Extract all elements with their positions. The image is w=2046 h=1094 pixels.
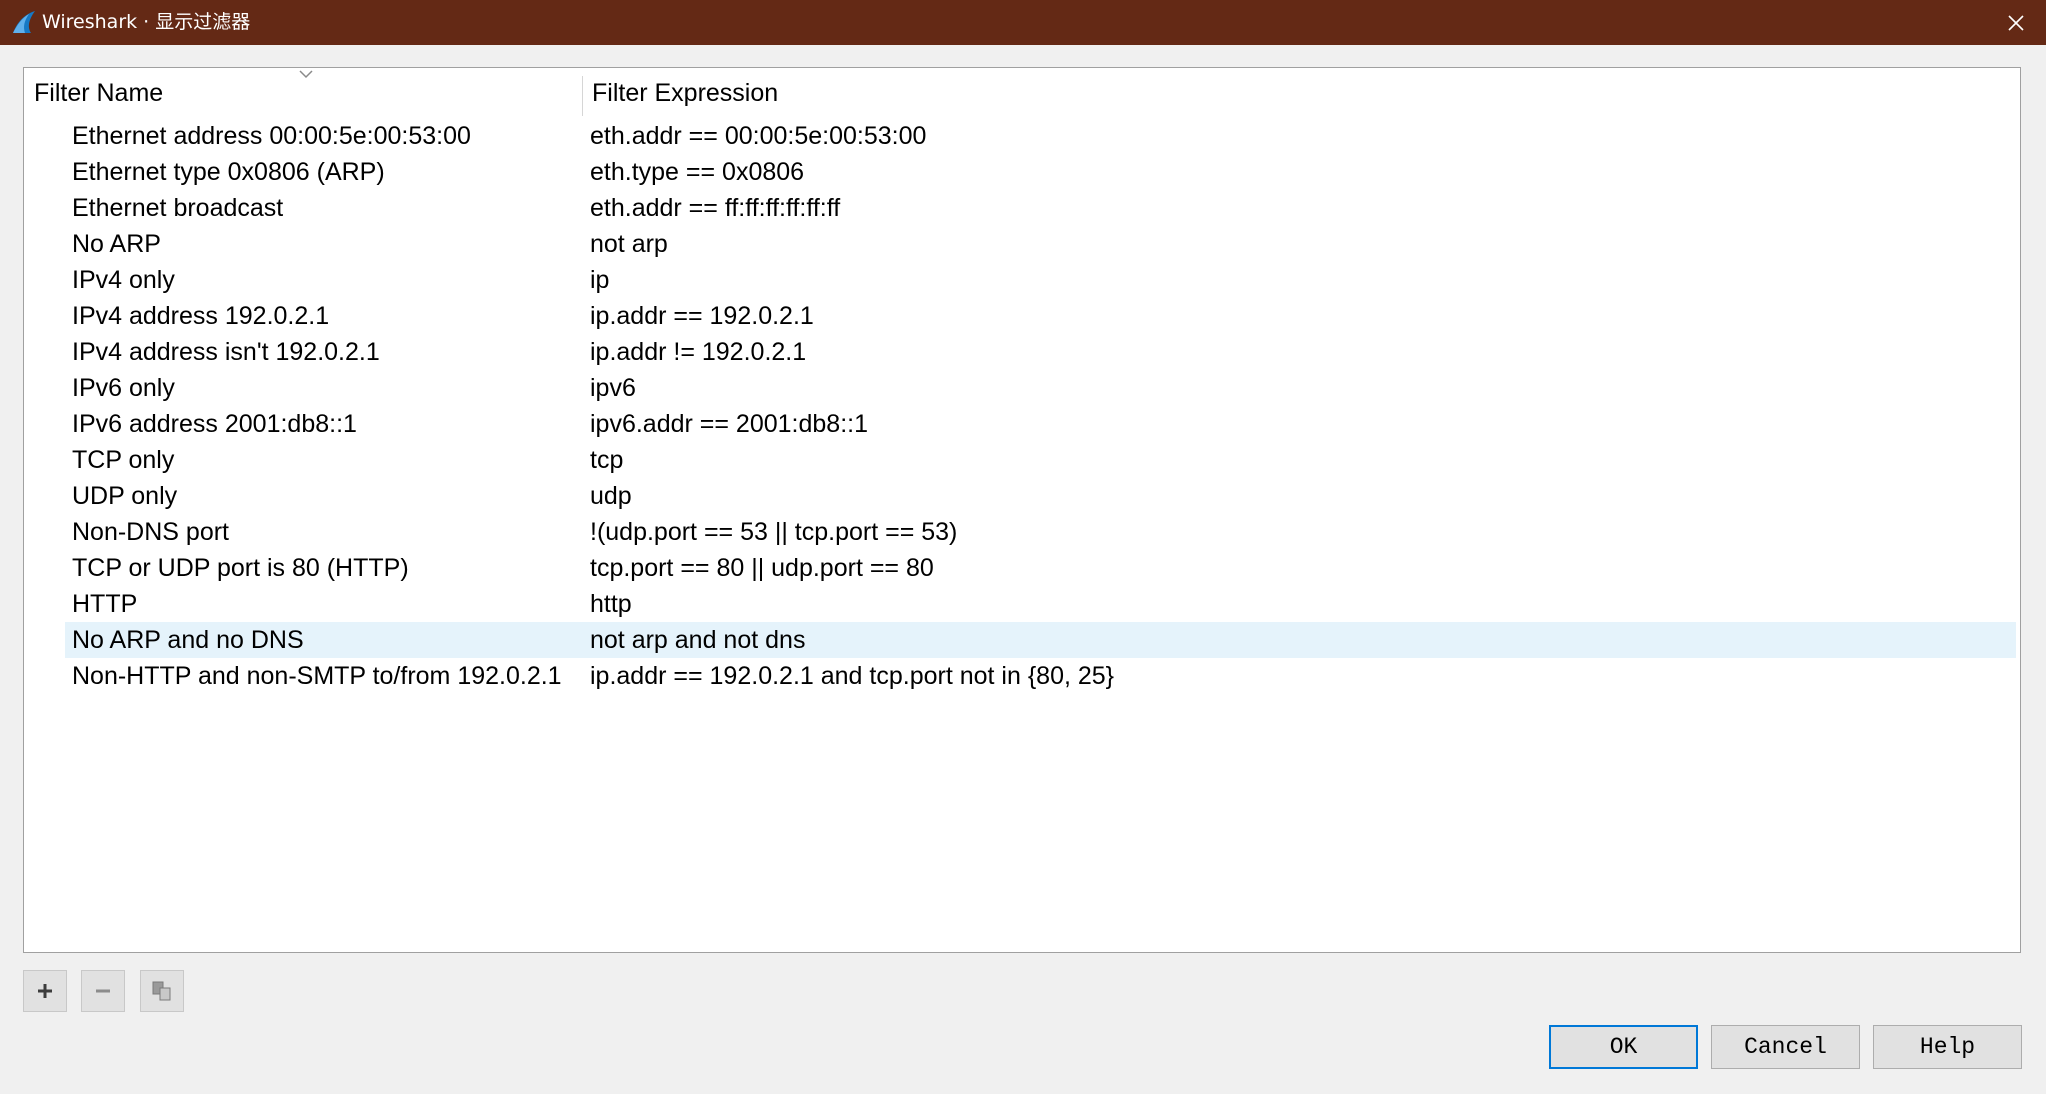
table-row[interactable]: Ethernet address 00:00:5e:00:53:00 eth.ad… — [24, 118, 2020, 154]
filter-expression-cell[interactable]: ip.addr != 192.0.2.1 — [590, 334, 806, 370]
table-row[interactable]: TCP only tcp — [24, 442, 2020, 478]
table-row[interactable]: IPv6 only ipv6 — [24, 370, 2020, 406]
table-header: Filter Name Filter Expression — [24, 68, 2020, 118]
filter-expression-cell[interactable]: tcp.port == 80 || udp.port == 80 — [590, 550, 934, 586]
table-row[interactable]: UDP only udp — [24, 478, 2020, 514]
filter-expression-cell[interactable]: tcp — [590, 442, 623, 478]
filter-name-cell[interactable]: Ethernet address 00:00:5e:00:53:00 — [72, 118, 471, 154]
filter-name-cell[interactable]: IPv6 address 2001:db8::1 — [72, 406, 357, 442]
remove-filter-button[interactable] — [81, 970, 125, 1012]
filter-name-cell[interactable]: TCP or UDP port is 80 (HTTP) — [72, 550, 409, 586]
table-row[interactable]: HTTP http — [24, 586, 2020, 622]
filter-name-cell[interactable]: No ARP — [72, 226, 161, 262]
table-row[interactable]: IPv4 address isn't 192.0.2.1 ip.addr != 1… — [24, 334, 2020, 370]
column-header-filter-expression[interactable]: Filter Expression — [592, 68, 1992, 118]
copy-filter-button[interactable] — [140, 970, 184, 1012]
filter-expression-cell[interactable]: ipv6 — [590, 370, 636, 406]
filter-name-cell[interactable]: IPv4 only — [72, 262, 175, 298]
filter-expression-cell[interactable]: eth.addr == ff:ff:ff:ff:ff:ff — [590, 190, 840, 226]
filter-name-cell[interactable]: Ethernet type 0x0806 (ARP) — [72, 154, 385, 190]
copy-icon — [152, 981, 171, 1001]
table-row[interactable]: IPv4 only ip — [24, 262, 2020, 298]
column-divider[interactable] — [582, 76, 583, 116]
filter-name-cell[interactable]: IPv4 address isn't 192.0.2.1 — [72, 334, 380, 370]
filter-name-cell[interactable]: IPv6 only — [72, 370, 175, 406]
filter-table[interactable]: Filter Name Filter Expression Ethernet a… — [23, 67, 2021, 953]
table-row[interactable]: Non-DNS port !(udp.port == 53 || tcp.port… — [24, 514, 2020, 550]
cancel-button[interactable]: Cancel — [1711, 1025, 1860, 1069]
column-header-filter-name[interactable]: Filter Name — [34, 68, 594, 118]
filter-expression-cell[interactable]: not arp and not dns — [590, 622, 805, 658]
filter-expression-cell[interactable]: udp — [590, 478, 632, 514]
window-title: Wireshark · 显示过滤器 — [42, 11, 251, 33]
filter-name-cell[interactable]: UDP only — [72, 478, 177, 514]
table-row[interactable]: Non-HTTP and non-SMTP to/from 192.0.2.1 i… — [24, 658, 2020, 694]
table-row[interactable]: TCP or UDP port is 80 (HTTP) tcp.port == … — [24, 550, 2020, 586]
ok-button[interactable]: OK — [1549, 1025, 1698, 1069]
help-button[interactable]: Help — [1873, 1025, 2022, 1069]
add-filter-button[interactable] — [23, 970, 67, 1012]
filter-expression-cell[interactable]: ip.addr == 192.0.2.1 and tcp.port not in… — [590, 658, 1114, 694]
filter-expression-cell[interactable]: eth.type == 0x0806 — [590, 154, 804, 190]
filter-expression-cell[interactable]: ipv6.addr == 2001:db8::1 — [590, 406, 868, 442]
filter-name-cell[interactable]: TCP only — [72, 442, 174, 478]
table-row[interactable]: No ARP and no DNS not arp and not dns — [24, 622, 2020, 658]
filter-name-cell[interactable]: No ARP and no DNS — [72, 622, 304, 658]
minus-icon — [96, 989, 110, 993]
filter-expression-cell[interactable]: ip.addr == 192.0.2.1 — [590, 298, 814, 334]
filter-expression-cell[interactable]: not arp — [590, 226, 668, 262]
table-row[interactable]: No ARP not arp — [24, 226, 2020, 262]
close-icon — [2008, 14, 2024, 31]
table-row[interactable]: Ethernet type 0x0806 (ARP) eth.type == 0x… — [24, 154, 2020, 190]
table-row[interactable]: Ethernet broadcast eth.addr == ff:ff:ff:f… — [24, 190, 2020, 226]
plus-icon — [38, 984, 52, 998]
wireshark-fin-icon — [13, 11, 35, 33]
filter-name-cell[interactable]: IPv4 address 192.0.2.1 — [72, 298, 329, 334]
title-bar: Wireshark · 显示过滤器 — [0, 0, 2046, 45]
filter-name-cell[interactable]: HTTP — [72, 586, 137, 622]
filter-expression-cell[interactable]: !(udp.port == 53 || tcp.port == 53) — [590, 514, 957, 550]
close-button[interactable] — [1986, 0, 2046, 45]
filter-expression-cell[interactable]: eth.addr == 00:00:5e:00:53:00 — [590, 118, 926, 154]
table-row[interactable]: IPv6 address 2001:db8::1 ipv6.addr == 200… — [24, 406, 2020, 442]
filter-expression-cell[interactable]: ip — [590, 262, 609, 298]
filter-name-cell[interactable]: Ethernet broadcast — [72, 190, 283, 226]
filter-expression-cell[interactable]: http — [590, 586, 632, 622]
filter-name-cell[interactable]: Non-DNS port — [72, 514, 229, 550]
table-row[interactable]: IPv4 address 192.0.2.1 ip.addr == 192.0.2… — [24, 298, 2020, 334]
row-selection-highlight — [65, 622, 2016, 658]
filter-name-cell[interactable]: Non-HTTP and non-SMTP to/from 192.0.2.1 — [72, 658, 562, 694]
